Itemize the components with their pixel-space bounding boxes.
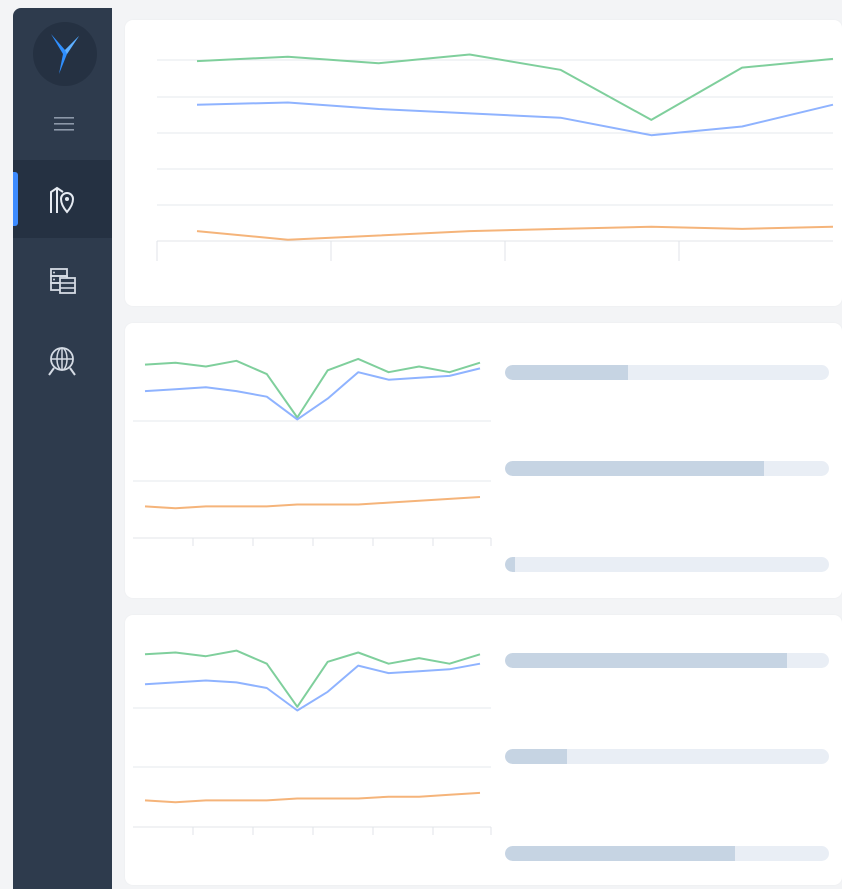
progress-bar xyxy=(505,365,829,380)
progress-bar xyxy=(505,557,829,572)
bird-logo-icon xyxy=(51,34,79,74)
progress-bar xyxy=(505,461,829,476)
line-chart-2 xyxy=(133,357,492,546)
hamburger-icon xyxy=(54,117,74,131)
series-line-2 xyxy=(196,101,834,137)
sidebar xyxy=(13,8,112,889)
chart-card-3 xyxy=(125,615,842,885)
progress-fill xyxy=(505,653,787,668)
progress-bar xyxy=(505,846,829,861)
chart-card-2 xyxy=(125,323,842,598)
chart-card-1 xyxy=(125,20,842,306)
nav-item-globe[interactable] xyxy=(13,322,112,400)
series-line-3 xyxy=(144,496,481,510)
series-line-1 xyxy=(144,649,481,708)
nav-item-database[interactable] xyxy=(13,242,112,320)
progress-fill xyxy=(505,461,765,476)
nav-item-map[interactable] xyxy=(13,160,112,238)
progress-fill xyxy=(505,365,629,380)
line-chart-1 xyxy=(156,53,834,261)
globe-search-icon xyxy=(47,347,76,376)
progress-fill xyxy=(505,557,515,572)
progress-fill xyxy=(505,846,736,861)
menu-toggle-button[interactable] xyxy=(49,112,79,136)
active-indicator xyxy=(13,172,18,226)
progress-bar xyxy=(505,653,829,668)
line-chart-3 xyxy=(133,649,492,835)
map-location-icon xyxy=(49,186,74,214)
progress-fill xyxy=(505,749,567,764)
app-logo[interactable] xyxy=(33,22,97,86)
server-database-icon xyxy=(49,268,76,294)
progress-bar xyxy=(505,749,829,764)
series-line-1 xyxy=(196,53,834,121)
series-line-3 xyxy=(144,791,481,804)
series-line-3 xyxy=(196,225,834,241)
series-line-2 xyxy=(144,662,481,712)
